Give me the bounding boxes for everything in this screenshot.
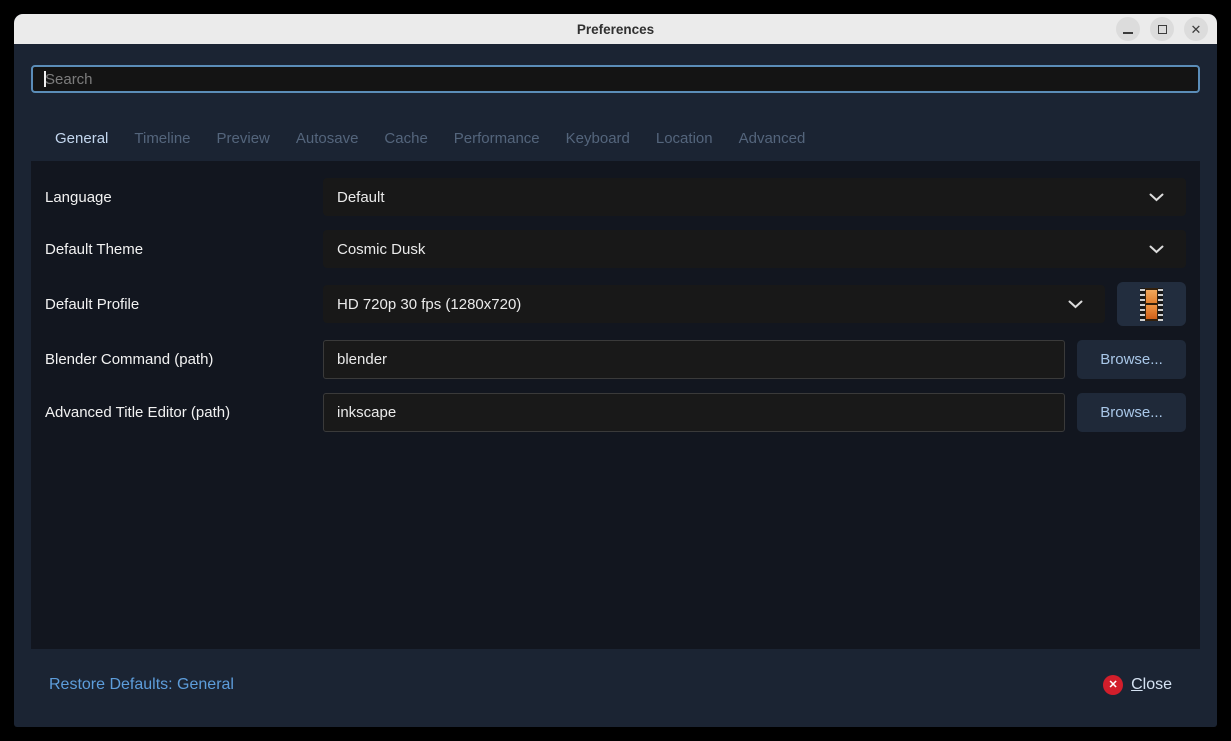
- tab-location[interactable]: Location: [656, 130, 713, 147]
- restore-defaults-link[interactable]: Restore Defaults: General: [49, 676, 234, 694]
- dialog-body: General Timeline Preview Autosave Cache …: [14, 44, 1217, 727]
- default-profile-row: Default Profile HD 720p 30 fps (1280x720…: [45, 282, 1186, 326]
- tab-autosave[interactable]: Autosave: [296, 130, 359, 147]
- language-dropdown[interactable]: Default: [323, 178, 1186, 216]
- tab-preview[interactable]: Preview: [217, 130, 270, 147]
- chevron-down-icon: [1149, 193, 1164, 202]
- default-theme-row: Default Theme Cosmic Dusk: [45, 230, 1186, 268]
- square-outline-icon: [1158, 25, 1167, 34]
- blender-command-row: Blender Command (path) Browse...: [45, 340, 1186, 379]
- close-button[interactable]: ✕ Close: [1103, 675, 1172, 695]
- tab-advanced[interactable]: Advanced: [739, 130, 806, 147]
- search-container: [31, 65, 1200, 93]
- x-circle-icon: ✕: [1103, 675, 1123, 695]
- tab-keyboard[interactable]: Keyboard: [566, 130, 630, 147]
- general-settings-panel: Language Default Default Theme Cosmic Du…: [31, 161, 1200, 649]
- tab-bar: General Timeline Preview Autosave Cache …: [55, 124, 1200, 152]
- title-editor-row: Advanced Title Editor (path) Browse...: [45, 393, 1186, 432]
- language-row: Language Default: [45, 178, 1186, 216]
- default-profile-label: Default Profile: [45, 296, 323, 313]
- text-caret: [44, 71, 46, 87]
- default-profile-dropdown[interactable]: HD 720p 30 fps (1280x720): [323, 285, 1105, 323]
- tab-timeline[interactable]: Timeline: [134, 130, 190, 147]
- tab-general[interactable]: General: [55, 130, 108, 147]
- default-theme-value: Cosmic Dusk: [337, 241, 425, 258]
- language-value: Default: [337, 189, 385, 206]
- chevron-down-icon: [1149, 245, 1164, 254]
- title-editor-browse-button[interactable]: Browse...: [1077, 393, 1186, 432]
- chevron-down-icon: [1068, 300, 1083, 309]
- title-editor-input[interactable]: [323, 393, 1065, 432]
- maximize-button[interactable]: [1150, 17, 1174, 41]
- window-title: Preferences: [577, 22, 654, 37]
- tab-cache[interactable]: Cache: [384, 130, 427, 147]
- language-label: Language: [45, 189, 323, 206]
- edit-profiles-button[interactable]: [1117, 282, 1186, 326]
- blender-command-label: Blender Command (path): [45, 351, 323, 368]
- default-theme-label: Default Theme: [45, 241, 323, 258]
- search-input[interactable]: [31, 65, 1200, 93]
- x-icon: ✕: [1191, 23, 1202, 36]
- close-button-label: Close: [1131, 676, 1172, 694]
- dialog-footer: Restore Defaults: General ✕ Close: [14, 649, 1217, 727]
- tab-performance[interactable]: Performance: [454, 130, 540, 147]
- blender-browse-button[interactable]: Browse...: [1077, 340, 1186, 379]
- film-strip-icon: [1140, 288, 1163, 321]
- blender-command-input[interactable]: [323, 340, 1065, 379]
- close-window-button[interactable]: ✕: [1184, 17, 1208, 41]
- minus-icon: [1123, 32, 1133, 34]
- titlebar[interactable]: Preferences ✕: [14, 14, 1217, 44]
- default-theme-dropdown[interactable]: Cosmic Dusk: [323, 230, 1186, 268]
- preferences-dialog: Preferences ✕ General Timeline Preview A…: [14, 14, 1217, 727]
- window-controls: ✕: [1116, 17, 1208, 41]
- minimize-button[interactable]: [1116, 17, 1140, 41]
- default-profile-value: HD 720p 30 fps (1280x720): [337, 296, 521, 313]
- title-editor-label: Advanced Title Editor (path): [45, 404, 323, 421]
